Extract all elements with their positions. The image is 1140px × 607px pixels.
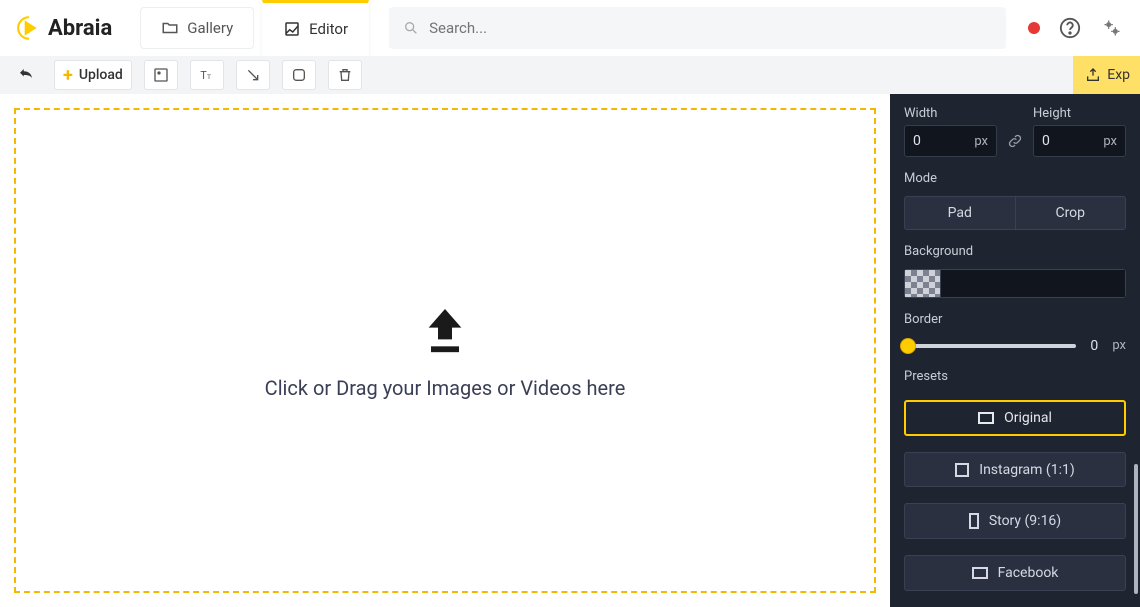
dimensions-row: Width px Height px	[904, 106, 1126, 157]
width-unit: px	[974, 134, 996, 149]
trash-icon	[337, 67, 353, 83]
text-tool-button[interactable]: TT	[190, 60, 224, 90]
play-icon	[16, 15, 42, 41]
svg-text:T: T	[200, 69, 207, 82]
slider-thumb-icon	[900, 338, 916, 354]
svg-text:T: T	[207, 73, 211, 81]
border-label: Border	[904, 312, 1126, 327]
undo-icon	[17, 66, 35, 84]
height-input[interactable]	[1034, 133, 1103, 149]
record-indicator[interactable]	[1028, 22, 1040, 34]
tab-editor-label: Editor	[309, 20, 348, 38]
height-unit: px	[1103, 134, 1125, 149]
preset-facebook-label: Facebook	[998, 565, 1059, 581]
gears-icon	[1102, 18, 1122, 38]
border-value: 0	[1084, 338, 1104, 354]
text-icon: TT	[199, 67, 215, 83]
image-icon	[978, 412, 994, 424]
landscape-icon	[972, 567, 988, 579]
export-button[interactable]: Exp	[1073, 56, 1140, 94]
portrait-icon	[969, 513, 979, 529]
dropzone-text: Click or Drag your Images or Videos here	[265, 376, 626, 400]
arrow-tool-button[interactable]	[236, 60, 270, 90]
export-label: Exp	[1107, 67, 1130, 83]
sidebar-scrollbar[interactable]	[1134, 464, 1138, 594]
border-row: 0 px	[904, 337, 1126, 355]
preset-story[interactable]: Story (9:16)	[904, 503, 1126, 539]
link-icon	[1007, 133, 1023, 149]
height-label: Height	[1033, 106, 1126, 121]
image-tool-button[interactable]	[144, 60, 178, 90]
shape-tool-button[interactable]	[282, 60, 316, 90]
dropzone[interactable]: Click or Drag your Images or Videos here	[14, 108, 876, 593]
mode-row: Pad Crop	[904, 196, 1126, 230]
presets-label: Presets	[904, 369, 1126, 384]
preset-instagram[interactable]: Instagram (1:1)	[904, 452, 1126, 488]
mode-pad-button[interactable]: Pad	[904, 196, 1015, 230]
upload-button[interactable]: + Upload	[54, 60, 132, 90]
mode-label: Mode	[904, 171, 1126, 186]
upload-icon	[417, 302, 473, 358]
delete-tool-button[interactable]	[328, 60, 362, 90]
background-label: Background	[904, 244, 1126, 259]
border-unit: px	[1112, 338, 1126, 353]
transparency-checker-icon	[905, 270, 941, 297]
shape-icon	[291, 67, 307, 83]
background-swatch[interactable]	[904, 269, 1126, 298]
search-input[interactable]	[429, 19, 992, 37]
image-icon	[153, 67, 169, 83]
upload-label: Upload	[79, 67, 123, 83]
plus-icon: +	[63, 65, 73, 86]
folder-icon	[161, 19, 179, 37]
preset-facebook[interactable]: Facebook	[904, 555, 1126, 591]
tab-gallery-label: Gallery	[187, 19, 233, 37]
preset-instagram-label: Instagram (1:1)	[979, 462, 1074, 478]
edit-icon	[283, 20, 301, 38]
logo[interactable]: Abraia	[16, 15, 112, 41]
properties-panel: Width px Height px Mode Pad Crop	[890, 94, 1140, 607]
link-dimensions-button[interactable]	[1005, 125, 1025, 157]
preset-original[interactable]: Original	[904, 400, 1126, 436]
preset-original-label: Original	[1004, 410, 1052, 426]
arrow-icon	[245, 67, 261, 83]
border-slider[interactable]	[904, 337, 1076, 355]
width-label: Width	[904, 106, 997, 121]
canvas-area: Click or Drag your Images or Videos here	[0, 94, 890, 607]
export-icon	[1085, 67, 1101, 83]
search-icon	[403, 20, 419, 36]
undo-button[interactable]	[14, 63, 38, 87]
search-box[interactable]	[389, 7, 1006, 49]
tab-editor[interactable]: Editor	[262, 0, 369, 56]
app-name: Abraia	[48, 16, 112, 41]
help-icon	[1059, 17, 1081, 39]
preset-story-label: Story (9:16)	[989, 513, 1061, 529]
width-input-wrap: px	[904, 125, 997, 157]
top-bar: Abraia Gallery Editor	[0, 0, 1140, 56]
background-fill	[941, 270, 1125, 297]
square-icon	[955, 463, 969, 477]
help-button[interactable]	[1058, 16, 1082, 40]
main-area: Click or Drag your Images or Videos here…	[0, 94, 1140, 607]
toolbar: + Upload TT Exp	[0, 56, 1140, 94]
mode-crop-button[interactable]: Crop	[1015, 196, 1127, 230]
settings-button[interactable]	[1100, 16, 1124, 40]
tab-gallery[interactable]: Gallery	[140, 7, 254, 49]
top-actions	[1028, 16, 1124, 40]
width-input[interactable]	[905, 133, 974, 149]
height-input-wrap: px	[1033, 125, 1126, 157]
